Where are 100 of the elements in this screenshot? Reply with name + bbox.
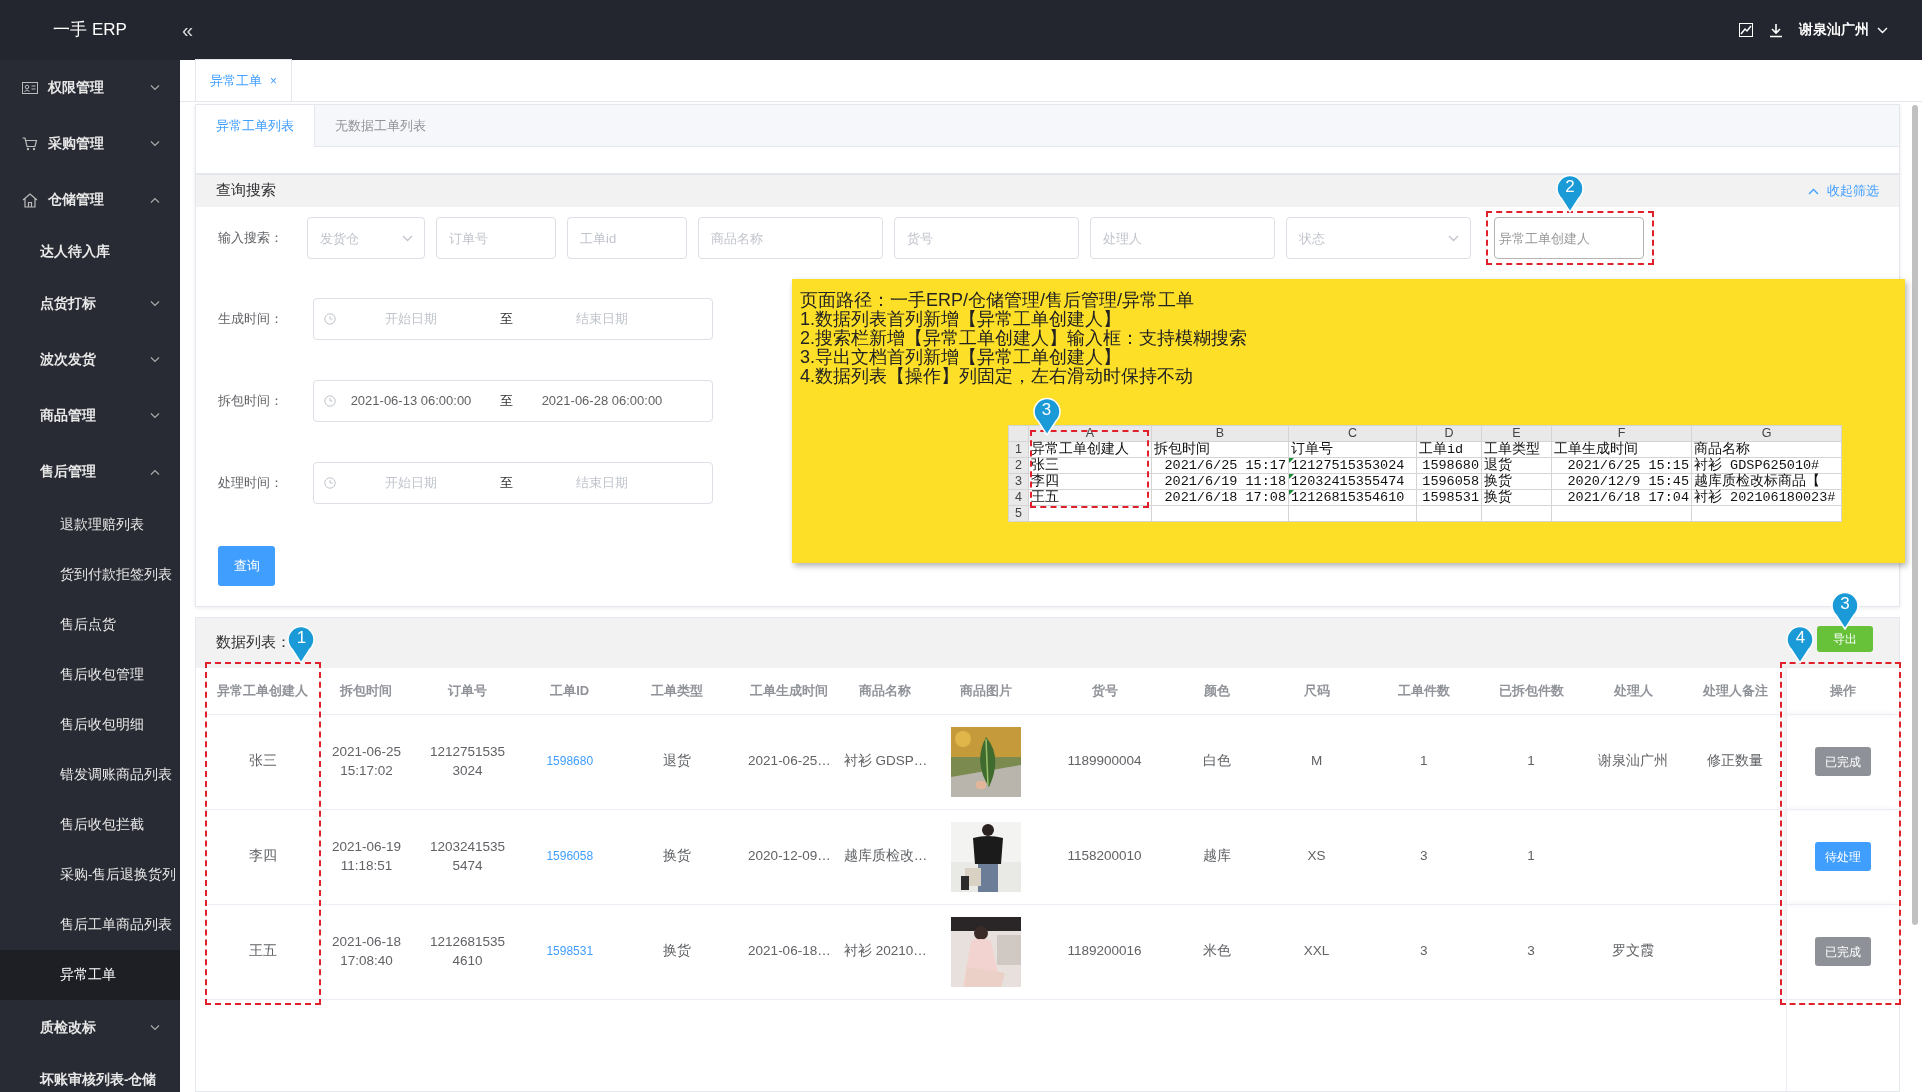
annotation-pin: 2 (1555, 173, 1585, 213)
column-header: G (1691, 425, 1842, 442)
sidebar-item[interactable]: 异常工单 (0, 950, 180, 1000)
sidebar-item[interactable]: 达人待入库 (0, 228, 180, 276)
spreadsheet-cell: 2021/6/25 15:15 (1551, 457, 1692, 474)
spreadsheet-cell: 王五 (1028, 489, 1152, 506)
sidebar-item[interactable]: 点货打标 (0, 276, 180, 332)
sidebar-item[interactable]: 售后收包拦截 (0, 800, 180, 850)
sidebar-item[interactable]: 权限管理 (0, 60, 180, 116)
date-input[interactable]: 2021-06-13 06:00:00 (336, 390, 486, 412)
annotation-pin: 1 (286, 624, 317, 664)
table-cell: 3 (1420, 943, 1428, 959)
scrollbar[interactable] (1912, 105, 1918, 925)
field-label: 输入搜索： (218, 229, 284, 248)
sidebar-item[interactable]: 质检改标 (0, 1000, 180, 1056)
field-label: 处理时间： (218, 474, 284, 493)
table-cell: 2021-06-18… (748, 943, 831, 959)
table-cell: 米色 (1202, 943, 1231, 959)
collapse-button[interactable]: « (182, 15, 194, 45)
table-cell: 3 (1527, 943, 1535, 959)
cart-icon (22, 137, 38, 151)
date-input[interactable]: 2021-06-28 06:00:00 (527, 390, 677, 412)
clock-icon (324, 313, 336, 325)
note-text: 3.导出文档首列新增【异常工单创建人】 (800, 348, 1122, 367)
sidebar-item[interactable]: 售后工单商品列表 (0, 900, 180, 950)
user-menu[interactable]: 谢泉汕广州 (1799, 19, 1869, 41)
column-header: 商品名称 (840, 668, 931, 714)
spreadsheet-cell: 越库质检改标商品【 (1691, 473, 1842, 490)
select-field[interactable]: 状态 (1286, 217, 1471, 259)
sidebar-item[interactable]: 错发调账商品列表 (0, 750, 180, 800)
column-header: B (1151, 425, 1289, 442)
sidebar-item[interactable]: 采购-售后退换货列 (0, 850, 180, 900)
column-header: F (1551, 425, 1692, 442)
table-cell: 1 (1527, 848, 1535, 864)
clock-icon (324, 395, 336, 407)
column-header: C (1288, 425, 1417, 442)
column-header: 工单ID (523, 668, 616, 714)
sidebar-item[interactable]: 售后管理 (0, 444, 180, 500)
sidebar-item[interactable]: 仓储管理 (0, 172, 180, 228)
date-input[interactable]: 开始日期 (336, 472, 486, 494)
column-header: E (1481, 425, 1552, 442)
table-cell: 换货 (663, 848, 691, 864)
table-cell: 1 (1420, 753, 1428, 769)
spreadsheet-cell: 12126815354610 (1288, 489, 1417, 506)
field-label: 生成时间： (218, 310, 284, 329)
sidebar-item[interactable]: 货到付款拒签列表 (0, 550, 180, 600)
spreadsheet-cell: 拆包时间 (1151, 441, 1289, 458)
column-header: 处理人 (1582, 668, 1685, 714)
spreadsheet-cell: 商品名称 (1691, 441, 1842, 458)
table-cell: 1189900004 (1067, 753, 1142, 769)
sidebar-item[interactable]: 采购管理 (0, 116, 180, 172)
input-field[interactable]: 异常工单创建人 (1494, 217, 1644, 259)
spreadsheet-cell: 2021/6/19 11:18 (1151, 473, 1289, 490)
table-cell: 换货 (663, 943, 691, 959)
spreadsheet-cell: 衬衫 202106180023# (1691, 489, 1842, 506)
table-cell: 罗文霞 (1612, 943, 1655, 959)
sidebar-item[interactable]: 售后收包明细 (0, 700, 180, 750)
spreadsheet-cell: 换货 (1481, 489, 1552, 506)
input-field[interactable]: 处理人 (1090, 217, 1275, 259)
sidebar-item[interactable]: 售后收包管理 (0, 650, 180, 700)
date-range-field: 2021-06-13 06:00:00 至 2021-06-28 06:00:00 (313, 380, 713, 422)
input-field[interactable]: 订单号 (436, 217, 556, 259)
chart-icon[interactable] (1739, 23, 1753, 37)
sidebar-item[interactable]: 波次发货 (0, 332, 180, 388)
app-logo: 一手 ERP (52, 19, 128, 42)
input-field[interactable]: 商品名称 (698, 217, 883, 259)
chevron-down-icon (1448, 235, 1459, 242)
spreadsheet-cell: 12127515353024 (1288, 457, 1417, 474)
date-input[interactable]: 结束日期 (527, 308, 677, 330)
select-field[interactable]: 发货仓 (307, 217, 425, 259)
spreadsheet-cell: 2020/12/9 15:45 (1551, 473, 1692, 490)
note-text: 页面路径：一手ERP/仓储管理/售后管理/异常工单 (800, 291, 1195, 310)
date-input[interactable]: 结束日期 (527, 472, 677, 494)
table-cell: 衬衫 20210… (844, 943, 927, 959)
annotation-pin: 4 (1785, 624, 1816, 664)
spreadsheet-cell: 订单号 (1288, 441, 1417, 458)
id-card-icon (22, 82, 38, 94)
table-cell: 退货 (663, 753, 691, 769)
sidebar-item[interactable]: 售后点货 (0, 600, 180, 650)
spreadsheet-cell: 1598531 (1416, 489, 1482, 506)
column-header: 工单生成时间 (738, 668, 841, 714)
spreadsheet-cell: 12032415355474 (1288, 473, 1417, 490)
spreadsheet-cell: 2021/6/25 15:17 (1151, 457, 1289, 474)
table-cell: 1 (1527, 753, 1535, 769)
sidebar-item[interactable]: 退款理赔列表 (0, 500, 180, 550)
sidebar-item[interactable]: 商品管理 (0, 388, 180, 444)
spreadsheet-cell: 退货 (1481, 457, 1552, 474)
date-input[interactable]: 开始日期 (336, 308, 486, 330)
input-field[interactable]: 工单id (567, 217, 687, 259)
sidebar-item[interactable]: 坏账审核列表-仓储 (0, 1056, 180, 1092)
annotation-pin: 3 (1830, 590, 1860, 630)
spreadsheet-cell: 1596058 (1416, 473, 1482, 490)
caret-icon[interactable] (1877, 26, 1888, 34)
date-range-field: 开始日期 至 结束日期 (313, 462, 713, 504)
date-range-field: 开始日期 至 结束日期 (313, 298, 713, 340)
column-header: 已拆包件数 (1479, 668, 1583, 714)
input-field[interactable]: 货号 (894, 217, 1079, 259)
table-cell: XS (1307, 848, 1326, 864)
download-icon[interactable] (1769, 22, 1783, 38)
table-cell: 1158200010 (1067, 848, 1142, 864)
